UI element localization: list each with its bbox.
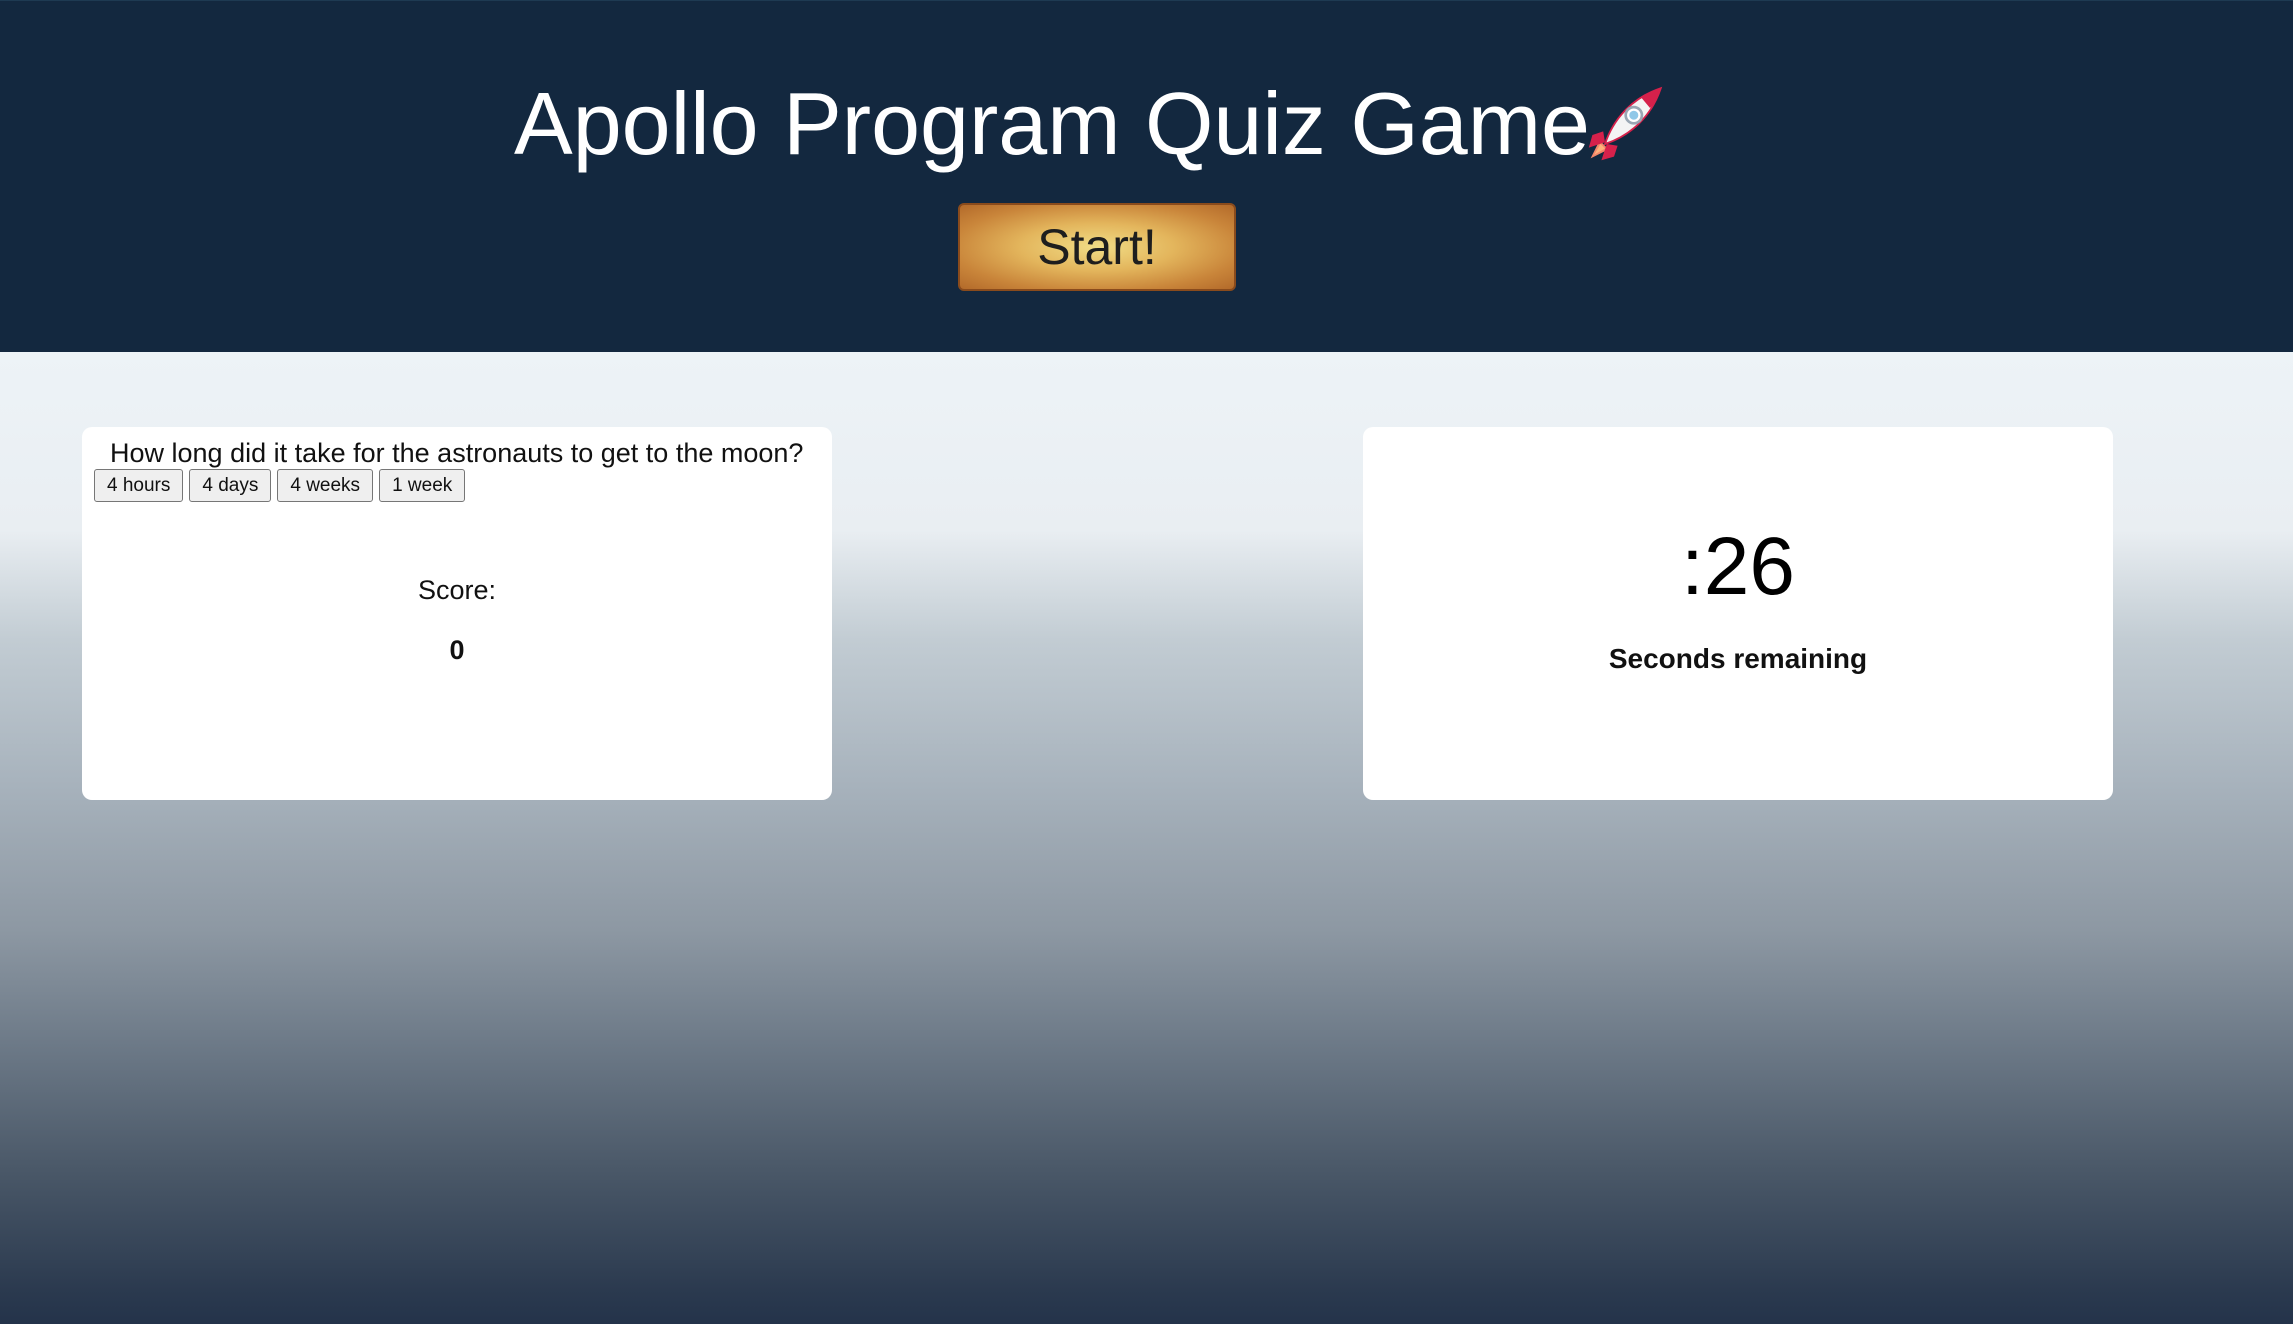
timer-label: Seconds remaining <box>1608 643 1868 674</box>
page-header: Apollo Program Quiz Game Start! <box>0 0 2293 352</box>
answer-button-4-days[interactable]: 4 days <box>189 469 272 502</box>
start-button[interactable]: Start! <box>958 203 1236 291</box>
page-title: Apollo Program Quiz Game <box>514 74 1590 173</box>
question-text: How long did it take for the astronauts … <box>110 438 804 468</box>
score-label: Score: <box>417 575 497 605</box>
score-value: 0 <box>449 635 465 665</box>
answer-button-4-hours[interactable]: 4 hours <box>94 469 184 502</box>
timer-card: :26 Seconds remaining <box>1363 427 2113 800</box>
answer-options: 4 hours 4 days 4 weeks 1 week <box>94 469 466 502</box>
answer-button-4-weeks[interactable]: 4 weeks <box>277 469 374 502</box>
rocket-icon <box>1588 86 1663 161</box>
quiz-card: How long did it take for the astronauts … <box>82 427 832 800</box>
answer-button-1-week[interactable]: 1 week <box>379 469 466 502</box>
timer-display: :26 <box>1681 521 1795 612</box>
